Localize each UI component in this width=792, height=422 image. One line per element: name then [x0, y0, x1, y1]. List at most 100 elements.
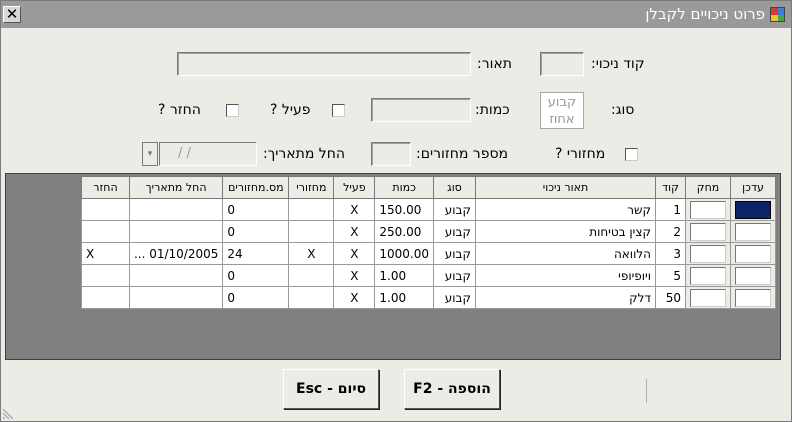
update-button[interactable]	[735, 288, 771, 307]
delete-button[interactable]	[690, 200, 726, 219]
table-row[interactable]: 50 דלק קבוע 1.00 X 0	[80, 286, 776, 309]
cell-active: X	[333, 198, 376, 221]
cell-cycles: 0	[222, 198, 290, 221]
header-delete[interactable]: מחק	[685, 176, 731, 199]
table-row[interactable]: 2 קצין בטיחות קבוע 250.00 X 0	[80, 220, 776, 243]
title-bar: פרוט ניכויים לקבלן ✕	[1, 1, 791, 28]
table-row[interactable]: 3 הלוואה קבוע 1000.00 X X 24 01/10/2005 …	[80, 242, 776, 265]
cell-type: קבוע	[433, 220, 476, 243]
code-field[interactable]	[540, 52, 584, 76]
cell-qty: 1.00	[374, 264, 434, 287]
resize-grip-icon[interactable]	[3, 405, 17, 419]
qty-field[interactable]	[371, 98, 471, 122]
header-cycles[interactable]: מס.מחזורים	[222, 176, 290, 199]
cell-cycles: 0	[222, 220, 290, 243]
header-type[interactable]: סוג	[433, 176, 476, 199]
type-selector[interactable]: קבוע אחוז	[540, 92, 584, 129]
delete-button[interactable]	[690, 266, 726, 285]
cell-type: קבוע	[433, 242, 476, 265]
cell-return	[80, 220, 130, 243]
cell-return	[80, 198, 130, 221]
table-header-row: עדכן מחק קוד תאור ניכוי סוג כמות פעיל מח…	[80, 176, 776, 199]
finish-button[interactable]: סיום - Esc	[283, 369, 379, 409]
delete-cell[interactable]	[685, 198, 731, 221]
header-desc[interactable]: תאור ניכוי	[475, 176, 656, 199]
cell-active: X	[333, 242, 376, 265]
update-cell[interactable]	[730, 198, 776, 221]
start-date-field[interactable]: / /	[159, 142, 257, 166]
delete-button[interactable]	[690, 222, 726, 241]
deductions-table: עדכן מחק קוד תאור ניכוי סוג כמות פעיל מח…	[80, 176, 776, 309]
desc-field[interactable]	[177, 52, 471, 76]
cell-desc: דלק	[475, 286, 656, 309]
header-code[interactable]: קוד	[655, 176, 686, 199]
table-row[interactable]: 1 קשר קבוע 150.00 X 0	[80, 198, 776, 221]
delete-cell[interactable]	[685, 220, 731, 243]
code-label: קוד ניכוי:	[591, 56, 645, 72]
cell-desc: קשר	[475, 198, 656, 221]
cell-return: X	[80, 242, 130, 265]
cell-start-date	[128, 286, 224, 309]
cell-qty: 250.00	[374, 220, 434, 243]
return-checkbox[interactable]	[226, 104, 239, 117]
deductions-window: פרוט ניכויים לקבלן ✕ קוד ניכוי: תאור: סו…	[0, 0, 792, 422]
table-row[interactable]: 5 ויופיופי קבוע 1.00 X 0	[80, 264, 776, 287]
update-cell[interactable]	[730, 286, 776, 309]
header-qty[interactable]: כמות	[374, 176, 434, 199]
cell-recurring	[288, 198, 335, 221]
header-return[interactable]: החזר	[80, 176, 130, 199]
cell-recurring	[288, 264, 335, 287]
recurring-checkbox[interactable]	[625, 148, 638, 161]
update-button[interactable]	[735, 200, 771, 219]
delete-button[interactable]	[690, 288, 726, 307]
cell-recurring: X	[288, 242, 335, 265]
cell-start-date: 01/10/2005 ...	[128, 242, 224, 265]
cell-return	[80, 286, 130, 309]
active-checkbox[interactable]	[332, 104, 345, 117]
cell-recurring	[288, 220, 335, 243]
cycles-field[interactable]	[371, 142, 411, 166]
deductions-grid: עדכן מחק קוד תאור ניכוי סוג כמות פעיל מח…	[5, 173, 781, 360]
cell-code: 50	[655, 286, 686, 309]
cell-code: 2	[655, 220, 686, 243]
cell-qty: 1.00	[374, 286, 434, 309]
header-update[interactable]: עדכן	[730, 176, 776, 199]
cell-start-date	[128, 264, 224, 287]
update-button[interactable]	[735, 266, 771, 285]
header-start-date[interactable]: החל מתאריך	[128, 176, 224, 199]
header-recurring[interactable]: מחזורי	[288, 176, 335, 199]
update-cell[interactable]	[730, 242, 776, 265]
type-option-percent[interactable]: אחוז	[541, 111, 583, 128]
cell-return	[80, 264, 130, 287]
cell-type: קבוע	[433, 198, 476, 221]
app-icon	[770, 7, 785, 22]
update-cell[interactable]	[730, 220, 776, 243]
type-label: סוג:	[611, 102, 635, 118]
type-option-fixed[interactable]: קבוע	[541, 94, 583, 111]
cell-code: 3	[655, 242, 686, 265]
cell-code: 5	[655, 264, 686, 287]
close-button[interactable]: ✕	[3, 6, 21, 23]
cell-active: X	[333, 286, 376, 309]
cell-cycles: 0	[222, 286, 290, 309]
delete-button[interactable]	[690, 244, 726, 263]
cell-cycles: 0	[222, 264, 290, 287]
header-active[interactable]: פעיל	[333, 176, 376, 199]
cell-active: X	[333, 220, 376, 243]
return-label: החזר ?	[158, 102, 201, 118]
cell-cycles: 24	[222, 242, 290, 265]
cycles-label: מספר מחזורים:	[416, 146, 509, 162]
update-cell[interactable]	[730, 264, 776, 287]
cell-qty: 1000.00	[374, 242, 434, 265]
chevron-down-icon[interactable]: ▾	[142, 142, 158, 166]
add-button[interactable]: הוספה - F2	[404, 369, 500, 409]
window-title: פרוט ניכויים לקבלן	[645, 5, 765, 23]
cell-type: קבוע	[433, 264, 476, 287]
update-button[interactable]	[735, 244, 771, 263]
update-button[interactable]	[735, 222, 771, 241]
desc-label: תאור:	[477, 56, 512, 72]
delete-cell[interactable]	[685, 264, 731, 287]
delete-cell[interactable]	[685, 286, 731, 309]
cell-desc: קצין בטיחות	[475, 220, 656, 243]
delete-cell[interactable]	[685, 242, 731, 265]
